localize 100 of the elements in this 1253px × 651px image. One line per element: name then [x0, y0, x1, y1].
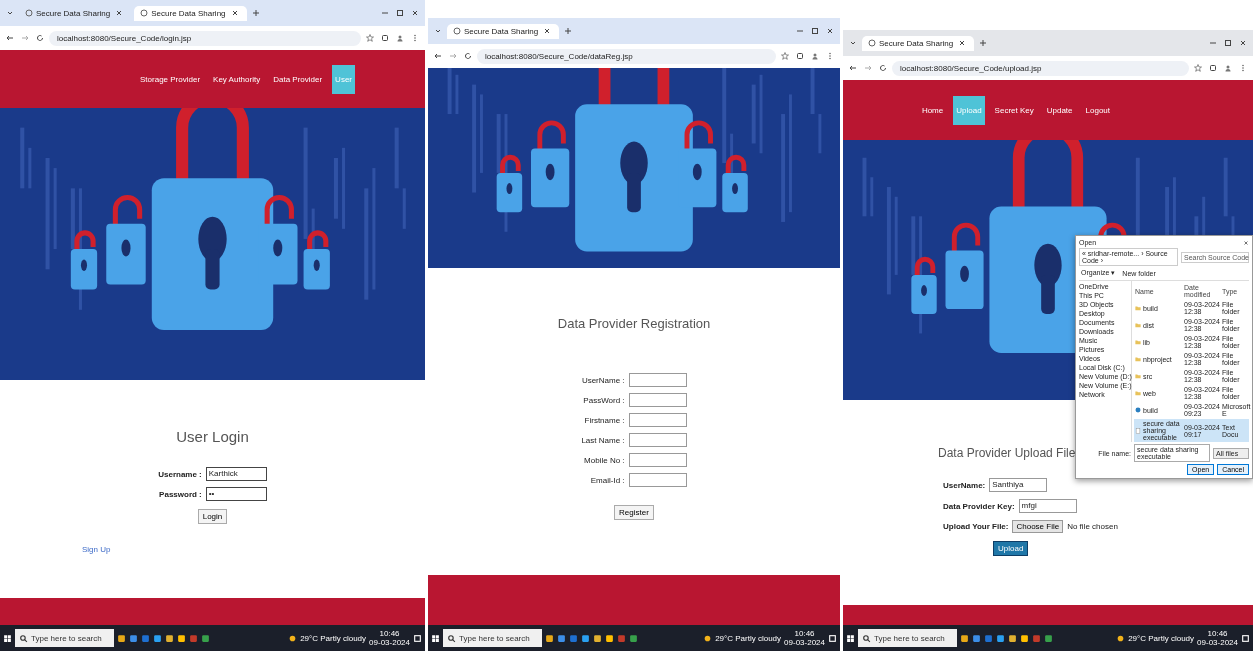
- browser-tab[interactable]: Secure Data Sharing: [447, 23, 560, 39]
- tab-title: Secure Data Sharing: [36, 8, 111, 18]
- field-label: Mobile No :: [584, 455, 625, 465]
- address-bar[interactable]: localhost:8080/Secure_Code/upload.jsp: [892, 60, 1189, 76]
- input-field[interactable]: ••: [205, 487, 267, 501]
- nav-link[interactable]: Key Authority: [210, 64, 264, 94]
- browser-tab[interactable]: Secure Data Sharing: [19, 5, 132, 21]
- maximize-icon[interactable]: [1224, 39, 1232, 47]
- star-icon[interactable]: [366, 34, 374, 42]
- close-icon[interactable]: [958, 39, 967, 47]
- input-field[interactable]: Karthick: [205, 467, 267, 481]
- menu-icon[interactable]: [411, 34, 419, 42]
- new-tab-icon[interactable]: [564, 27, 573, 35]
- close-icon[interactable]: [826, 27, 834, 35]
- profile-icon[interactable]: [396, 34, 404, 42]
- form-title: Data Provider Upload File: [938, 446, 1076, 460]
- browser-tab[interactable]: Secure Data Sharing: [862, 35, 975, 51]
- close-icon[interactable]: [1243, 239, 1249, 246]
- weather-icon: [288, 633, 298, 643]
- submit-button[interactable]: Register: [614, 505, 654, 520]
- windows-logo-icon[interactable]: [846, 633, 855, 643]
- close-icon[interactable]: [411, 9, 419, 17]
- field-label: UserName:: [943, 480, 986, 490]
- profile-icon[interactable]: [811, 52, 819, 60]
- taskbar-search-field[interactable]: Type here to search: [443, 629, 542, 647]
- input-field[interactable]: [628, 393, 687, 407]
- field-label: Data Provider Key:: [943, 501, 1015, 511]
- weather-icon: [1116, 633, 1126, 643]
- favicon-icon: [453, 27, 461, 35]
- star-icon[interactable]: [1194, 64, 1202, 72]
- folder-icon: [1135, 305, 1141, 311]
- back-arrow-icon[interactable]: [6, 34, 14, 42]
- menu-icon[interactable]: [826, 52, 834, 60]
- taskbar-search-field[interactable]: Type here to search: [15, 629, 114, 647]
- reload-icon[interactable]: [464, 52, 472, 60]
- close-icon[interactable]: [543, 27, 552, 35]
- tab-search-icon[interactable]: [849, 39, 857, 47]
- windows-logo-icon[interactable]: [3, 633, 12, 643]
- new-tab-icon[interactable]: [979, 39, 988, 47]
- close-icon[interactable]: [230, 9, 239, 17]
- input-field[interactable]: Santhiya: [989, 478, 1048, 492]
- field-label: UserName :: [581, 375, 625, 385]
- folder-icon: [1135, 322, 1141, 328]
- favicon-icon: [140, 9, 149, 17]
- field-label: Password :: [159, 489, 202, 499]
- back-arrow-icon[interactable]: [434, 52, 442, 60]
- profile-icon[interactable]: [1224, 64, 1232, 72]
- browser-tab[interactable]: Secure Data Sharing: [134, 5, 247, 21]
- sign-up-link[interactable]: Sign Up: [82, 545, 111, 554]
- clock-date: 09-03-2024: [369, 638, 410, 647]
- tab-search-icon[interactable]: [434, 27, 442, 35]
- field-label: Last Name :: [581, 435, 625, 445]
- nav-link[interactable]: Storage Provider: [137, 64, 204, 94]
- maximize-icon[interactable]: [811, 27, 819, 35]
- file-status: No file chosen: [1067, 522, 1118, 531]
- close-icon[interactable]: [1239, 39, 1247, 47]
- field-label: Upload Your File:: [943, 522, 1009, 531]
- nav-link[interactable]: Data Provider: [270, 64, 326, 94]
- field-label: Firstname :: [584, 415, 625, 425]
- field-label: Username :: [158, 469, 202, 479]
- input-field[interactable]: mfgi: [1018, 499, 1077, 513]
- taskbar-search-field[interactable]: Type here to search: [858, 629, 957, 647]
- new-tab-icon[interactable]: [251, 9, 260, 17]
- form-title: Data Provider Registration: [557, 316, 711, 331]
- tab-search-icon[interactable]: [6, 9, 14, 17]
- folder-icon: [1135, 339, 1141, 345]
- input-field[interactable]: [628, 473, 687, 487]
- input-field[interactable]: [628, 413, 687, 427]
- back-arrow-icon[interactable]: [849, 64, 857, 72]
- menu-icon[interactable]: [1239, 64, 1247, 72]
- tab-title: Secure Data Sharing: [879, 38, 954, 48]
- input-field[interactable]: [628, 433, 687, 447]
- nav-link[interactable]: Secret Key: [991, 95, 1037, 125]
- clock-time: 10:46: [794, 629, 815, 638]
- reload-icon[interactable]: [879, 64, 887, 72]
- form-title: User Login: [176, 428, 249, 445]
- nav-link[interactable]: Home: [918, 95, 947, 125]
- favicon-icon: [25, 9, 33, 17]
- document-icon: [1135, 427, 1141, 434]
- input-field[interactable]: [628, 453, 687, 467]
- submit-button[interactable]: Upload: [993, 541, 1029, 556]
- folder-icon: [1135, 390, 1141, 396]
- folder-icon: [1135, 356, 1141, 362]
- submit-button[interactable]: Login: [197, 509, 228, 524]
- reload-icon[interactable]: [36, 34, 44, 42]
- nav-link[interactable]: Logout: [1082, 95, 1113, 125]
- close-icon[interactable]: [115, 9, 124, 17]
- weather-icon: [703, 633, 713, 643]
- maximize-icon[interactable]: [396, 9, 404, 17]
- nav-link[interactable]: Update: [1043, 95, 1076, 125]
- folder-icon: [1135, 373, 1141, 379]
- search-icon: [19, 633, 28, 643]
- star-icon[interactable]: [781, 52, 789, 60]
- address-bar[interactable]: localhost:8080/Secure_Code/login.jsp: [49, 30, 361, 46]
- choose-file-button[interactable]: Choose File: [1012, 520, 1064, 533]
- weather-text: 29°C Partly cloudy: [300, 633, 367, 643]
- input-field[interactable]: [628, 373, 687, 387]
- windows-logo-icon[interactable]: [431, 633, 440, 643]
- address-bar[interactable]: localhost:8080/Secure_Code/dataReg.jsp: [477, 48, 776, 64]
- weather-text: 29°C Partly cloudy: [715, 633, 782, 643]
